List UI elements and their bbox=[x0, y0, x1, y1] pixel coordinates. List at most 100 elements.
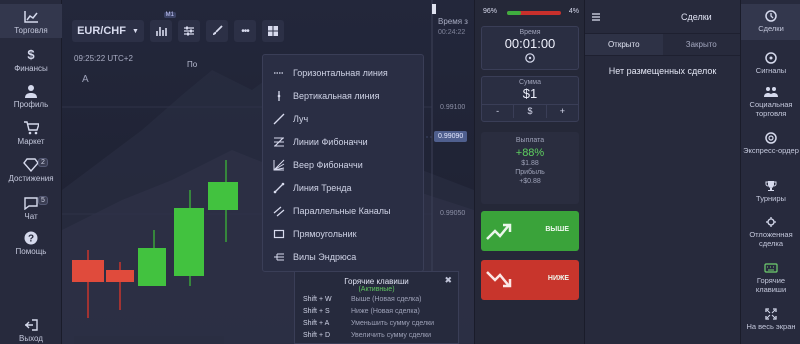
right-nav-express[interactable]: Экспресс-ордер bbox=[741, 132, 800, 155]
menu-item-label: Вертикальная линия bbox=[293, 90, 380, 101]
chat-badge: 5 bbox=[38, 196, 48, 205]
nav-label: Профиль bbox=[13, 100, 49, 109]
tab-open[interactable]: Открыто bbox=[585, 34, 663, 55]
amount-label: Сумма bbox=[519, 79, 541, 86]
asset-pair: EUR/CHF bbox=[77, 25, 126, 37]
currency-button[interactable]: $ bbox=[513, 105, 545, 118]
chat-icon bbox=[24, 197, 38, 210]
diamond-icon bbox=[23, 158, 39, 172]
menu-item-fibonacci-lines[interactable]: Линии Фибоначчи bbox=[263, 130, 423, 153]
hotkey-row: Shift + S Ниже (Новая сделка) bbox=[295, 305, 458, 317]
horizontal-line-icon bbox=[274, 71, 284, 74]
nav-item-trading[interactable]: Торговля bbox=[0, 4, 62, 38]
time-selector[interactable]: Время 00:01:00 bbox=[481, 26, 579, 70]
keyboard-icon bbox=[764, 263, 778, 273]
drawing-tools-button[interactable] bbox=[206, 20, 228, 42]
more-button[interactable]: ••• bbox=[234, 20, 256, 42]
ray-icon bbox=[273, 113, 285, 124]
parallel-channels-icon bbox=[273, 206, 285, 216]
nav-item-profile[interactable]: Профиль bbox=[0, 84, 62, 109]
nav-item-achievements[interactable]: 2 Достижения bbox=[0, 158, 62, 183]
increase-amount-button[interactable]: + bbox=[545, 105, 578, 118]
sliders-icon bbox=[184, 26, 194, 36]
right-nav-tournaments[interactable]: Турниры bbox=[741, 180, 800, 203]
deals-panel: Сделки Открыто Закрыто Нет размещенных с… bbox=[584, 0, 740, 344]
hotkey-row: Shift + A Уменьшить сумму сделки bbox=[295, 317, 458, 329]
decrease-amount-button[interactable]: - bbox=[482, 105, 513, 118]
fibonacci-lines-icon bbox=[274, 137, 284, 146]
candle-up bbox=[208, 182, 238, 210]
nav-label: Торговля bbox=[14, 26, 48, 35]
buy-up-button[interactable]: ВЫШЕ bbox=[481, 211, 579, 251]
nav-item-market[interactable]: Маркет bbox=[0, 121, 62, 146]
svg-text:?: ? bbox=[28, 234, 34, 245]
chart-line-icon bbox=[24, 11, 38, 23]
tab-closed[interactable]: Закрыто bbox=[663, 34, 741, 55]
menu-item-rectangle[interactable]: Прямоугольник bbox=[263, 222, 423, 245]
hotkey-desc: Увеличить сумму сделки bbox=[351, 331, 432, 339]
left-sidebar: Торговля $ Финансы Профиль Маркет 2 Дост… bbox=[0, 0, 62, 344]
nav-item-finance[interactable]: $ Финансы bbox=[0, 48, 62, 74]
rectangle-icon bbox=[273, 229, 285, 238]
trade-panel: 96% 4% Время 00:01:00 Сумма $1 - $ + Вып… bbox=[474, 0, 584, 344]
candle-down bbox=[72, 260, 104, 282]
nav-item-chat[interactable]: 5 Чат bbox=[0, 196, 62, 221]
price-tick: 0.99050 bbox=[440, 210, 466, 217]
right-nav-label: На весь экран bbox=[746, 322, 796, 331]
menu-item-label: Линия Тренда bbox=[293, 182, 352, 193]
nav-item-logout[interactable]: Выход bbox=[0, 318, 62, 343]
amount-value[interactable]: $1 bbox=[482, 86, 578, 101]
nav-label: Финансы bbox=[14, 64, 48, 73]
menu-item-ray[interactable]: Луч bbox=[263, 107, 423, 130]
chart-type-button[interactable]: M1 bbox=[150, 12, 176, 42]
current-price-badge: 0.99090 bbox=[434, 131, 468, 142]
amount-selector: Сумма $1 - $ + bbox=[481, 76, 579, 122]
sentiment-bar: 96% 4% bbox=[483, 6, 579, 20]
hotkeys-title: Горячие клавиши bbox=[344, 277, 409, 286]
menu-item-vertical-line[interactable]: Вертикальная линия bbox=[263, 84, 423, 107]
menu-item-trend-line[interactable]: Линия Тренда bbox=[263, 176, 423, 199]
right-nav-pending[interactable]: Отложенная сделка bbox=[741, 216, 800, 248]
fibonacci-fan-icon bbox=[273, 159, 285, 170]
signals-icon bbox=[765, 52, 777, 64]
sentiment-down-pct: 4% bbox=[568, 8, 579, 15]
asset-selector[interactable]: EUR/CHF ▼ bbox=[72, 20, 144, 42]
menu-item-andrews-pitchfork[interactable]: Вилы Эндрюса bbox=[263, 245, 423, 268]
profit-label: Прибыль bbox=[515, 169, 545, 176]
nav-label: Выход bbox=[19, 334, 43, 343]
right-nav-signals[interactable]: Сигналы bbox=[741, 52, 800, 75]
menu-item-horizontal-line[interactable]: Горизонтальная линия bbox=[263, 61, 423, 84]
hotkey-desc: Выше (Новая сделка) bbox=[351, 295, 422, 303]
clock-icon[interactable] bbox=[525, 53, 535, 63]
right-nav-label: Горячие клавиши bbox=[755, 276, 787, 294]
achievements-badge: 2 bbox=[38, 158, 48, 167]
pending-trade-icon bbox=[766, 217, 776, 227]
right-nav-label: Отложенная сделка bbox=[749, 230, 793, 248]
right-nav-fullscreen[interactable]: На весь экран bbox=[741, 308, 800, 331]
menu-item-fibonacci-fan[interactable]: Веер Фибоначчи bbox=[263, 153, 423, 176]
right-nav-label: Социальная торговля bbox=[749, 100, 793, 118]
layout-button[interactable] bbox=[262, 20, 284, 42]
menu-item-parallel-channels[interactable]: Параллельные Каналы bbox=[263, 199, 423, 222]
chart-toolbar: EUR/CHF ▼ M1 ••• bbox=[72, 12, 284, 42]
profit-amount: +$0.88 bbox=[519, 178, 541, 185]
indicators-button[interactable] bbox=[178, 20, 200, 42]
hotkey-row: Shift + D Увеличить сумму сделки bbox=[295, 329, 458, 341]
chart-partial-label: По bbox=[187, 60, 198, 69]
right-nav-hotkeys[interactable]: Горячие клавиши bbox=[741, 262, 800, 294]
time-marker bbox=[432, 4, 436, 14]
hotkeys-status[interactable]: (Активные) bbox=[295, 286, 458, 293]
right-nav-label: Сигналы bbox=[755, 66, 787, 75]
sell-down-button[interactable]: НИЖЕ bbox=[481, 260, 579, 300]
right-nav-social[interactable]: Социальная торговля bbox=[741, 86, 800, 118]
right-nav-label: Турниры bbox=[756, 194, 786, 203]
right-nav-deals[interactable]: Сделки bbox=[741, 4, 800, 40]
hotkey-desc: Ниже (Новая сделка) bbox=[351, 307, 420, 315]
close-icon[interactable]: ✖ bbox=[444, 275, 452, 286]
menu-item-label: Веер Фибоначчи bbox=[293, 159, 363, 170]
nav-item-help[interactable]: ? Помощь bbox=[0, 231, 62, 256]
nav-label: Помощь bbox=[15, 247, 47, 256]
candle-up bbox=[174, 208, 204, 276]
amount-controls: - $ + bbox=[482, 104, 578, 118]
brush-icon bbox=[213, 25, 223, 35]
